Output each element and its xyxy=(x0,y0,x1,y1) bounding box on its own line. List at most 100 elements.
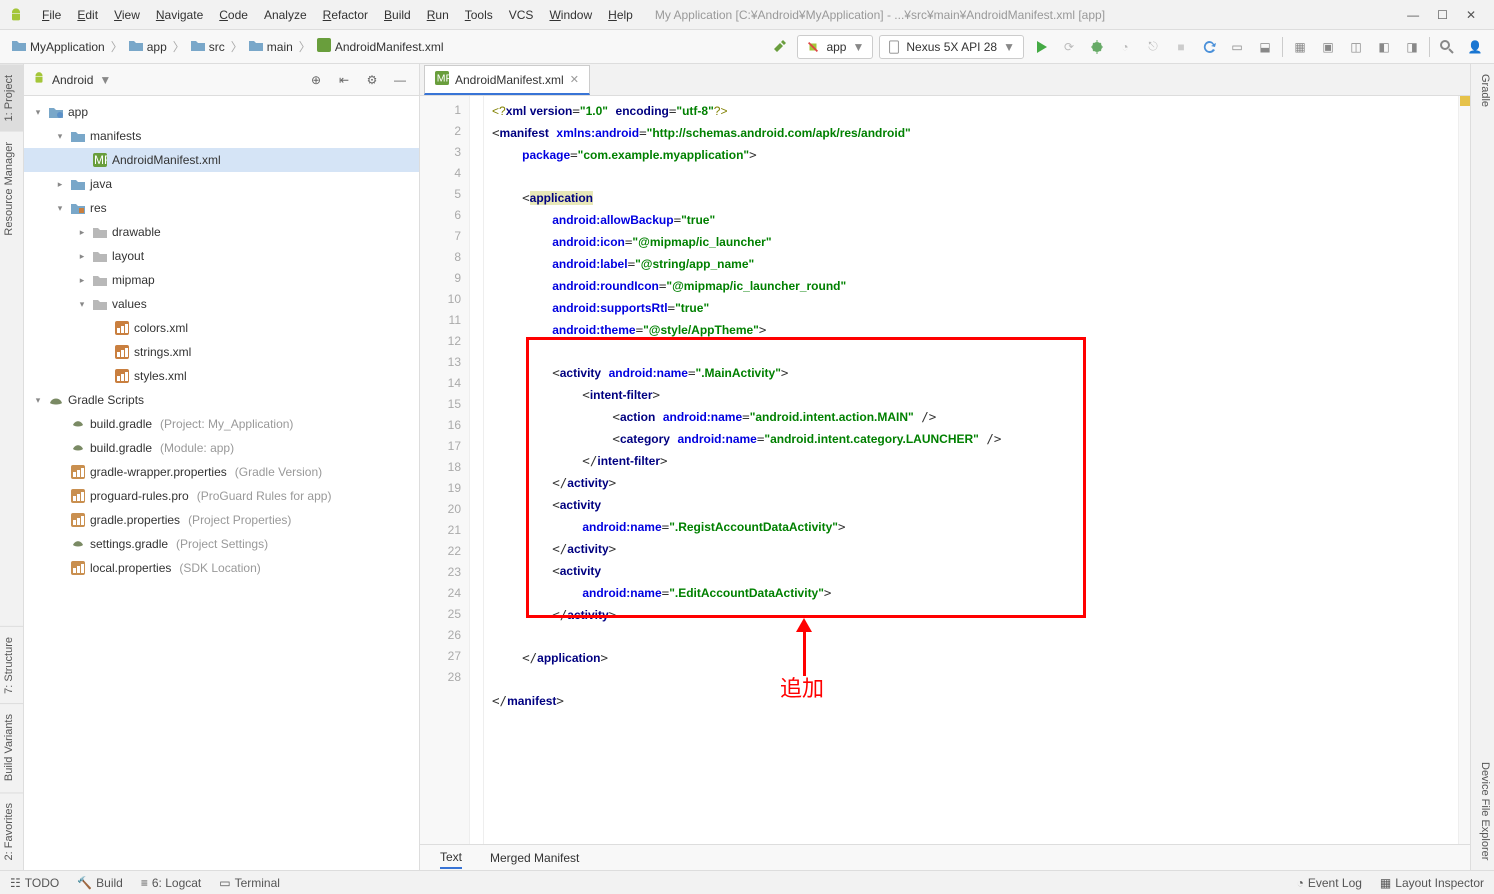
hide-icon[interactable]: — xyxy=(389,69,411,91)
left-tab-resmgr[interactable]: Resource Manager xyxy=(0,131,23,246)
run-config-combo[interactable]: app ▼ xyxy=(797,35,873,59)
menu-analyze[interactable]: Analyze xyxy=(256,5,315,25)
tree-node[interactable]: ▾values xyxy=(24,292,419,316)
tree-node[interactable]: ▾app xyxy=(24,100,419,124)
editor-tab-label: AndroidManifest.xml xyxy=(455,73,564,87)
menu-view[interactable]: View xyxy=(106,5,148,25)
user-icon[interactable]: 👤 xyxy=(1464,36,1486,58)
gfile-icon xyxy=(70,441,86,455)
tree-node[interactable]: build.gradle(Project: My_Application) xyxy=(24,412,419,436)
tree-node[interactable]: MFAndroidManifest.xml xyxy=(24,148,419,172)
project-view-label[interactable]: Android xyxy=(52,73,93,87)
bottom-tab-text[interactable]: Text xyxy=(440,847,462,869)
menu-code[interactable]: Code xyxy=(211,5,256,25)
tree-label: local.properties xyxy=(90,558,171,578)
tree-node[interactable]: settings.gradle(Project Settings) xyxy=(24,532,419,556)
tree-node[interactable]: ▾res xyxy=(24,196,419,220)
xmlf-icon xyxy=(114,345,130,359)
t2-icon[interactable]: ▣ xyxy=(1317,36,1339,58)
crumb-app[interactable]: app xyxy=(129,39,167,54)
attach-icon[interactable]: ⎋ xyxy=(1142,36,1164,58)
t1-icon[interactable]: ▦ xyxy=(1289,36,1311,58)
pfile-icon xyxy=(70,561,86,575)
tree-label: gradle.properties xyxy=(90,510,180,530)
menu-navigate[interactable]: Navigate xyxy=(148,5,211,25)
maximize-icon[interactable]: ☐ xyxy=(1437,8,1448,22)
project-tree[interactable]: ▾app▾manifestsMFAndroidManifest.xml▸java… xyxy=(24,96,419,870)
tree-node[interactable]: ▸layout xyxy=(24,244,419,268)
status-todo[interactable]: ☷ TODO xyxy=(10,876,59,890)
code-area[interactable]: <?xml version="1.0" encoding="utf-8"?> <… xyxy=(484,96,1458,844)
menu-build[interactable]: Build xyxy=(376,5,419,25)
menu-file[interactable]: File xyxy=(34,5,69,25)
close-tab-icon[interactable]: ✕ xyxy=(570,73,579,86)
menu-help[interactable]: Help xyxy=(600,5,641,25)
editor-tab[interactable]: MF AndroidManifest.xml ✕ xyxy=(424,65,590,95)
t3-icon[interactable]: ◫ xyxy=(1345,36,1367,58)
bottom-tab-merged[interactable]: Merged Manifest xyxy=(490,848,579,868)
tree-node[interactable]: ▾manifests xyxy=(24,124,419,148)
debug-icon[interactable] xyxy=(1086,36,1108,58)
search-icon[interactable] xyxy=(1436,36,1458,58)
tree-node[interactable]: gradle.properties(Project Properties) xyxy=(24,508,419,532)
chevron-down-icon[interactable]: ▼ xyxy=(99,73,111,87)
sdk-icon[interactable]: ⬓ xyxy=(1254,36,1276,58)
t5-icon[interactable]: ◨ xyxy=(1401,36,1423,58)
code-editor[interactable]: 1234567891011121314151617181920212223242… xyxy=(420,96,1470,844)
menu-window[interactable]: Window xyxy=(541,5,600,25)
apply-changes-icon[interactable]: ⟳ xyxy=(1058,36,1080,58)
tree-node[interactable]: styles.xml xyxy=(24,364,419,388)
tree-label: layout xyxy=(112,246,144,266)
menu-bar: FileEditViewNavigateCodeAnalyzeRefactorB… xyxy=(0,0,1494,30)
collapse-icon[interactable]: ⇤ xyxy=(333,69,355,91)
minimize-icon[interactable]: — xyxy=(1407,8,1419,22)
tree-node[interactable]: build.gradle(Module: app) xyxy=(24,436,419,460)
status-build[interactable]: 🔨 Build xyxy=(77,876,123,890)
tree-node[interactable]: proguard-rules.pro(ProGuard Rules for ap… xyxy=(24,484,419,508)
menu-vcs[interactable]: VCS xyxy=(501,5,542,25)
crumb-myapplication[interactable]: MyApplication xyxy=(12,39,105,54)
avd-icon[interactable]: ▭ xyxy=(1226,36,1248,58)
stop-icon[interactable]: ■ xyxy=(1170,36,1192,58)
status-layout-inspector[interactable]: ▦ Layout Inspector xyxy=(1380,876,1484,890)
menu-refactor[interactable]: Refactor xyxy=(315,5,376,25)
profile-icon[interactable]: ◔ xyxy=(1114,36,1136,58)
left-tab-favorites[interactable]: 2: Favorites xyxy=(0,792,23,870)
menu-run[interactable]: Run xyxy=(419,5,457,25)
menu-edit[interactable]: Edit xyxy=(69,5,106,25)
tree-node[interactable]: gradle-wrapper.properties(Gradle Version… xyxy=(24,460,419,484)
crumb-androidmanifest.xml[interactable]: AndroidManifest.xml xyxy=(317,38,444,55)
status-eventlog[interactable]: ◔ Event Log xyxy=(1297,876,1362,890)
crumb-label: AndroidManifest.xml xyxy=(335,40,444,54)
crumb-main[interactable]: main xyxy=(249,39,293,54)
left-tab-project[interactable]: 1: Project xyxy=(0,64,23,131)
right-tab-gradle[interactable]: Gradle xyxy=(1471,64,1494,117)
tree-node[interactable]: ▸java xyxy=(24,172,419,196)
tree-label: proguard-rules.pro xyxy=(90,486,189,506)
sync-icon[interactable] xyxy=(1198,36,1220,58)
hammer-icon[interactable] xyxy=(769,36,791,58)
target-icon[interactable]: ⊕ xyxy=(305,69,327,91)
scrollbar-marker[interactable] xyxy=(1458,96,1470,844)
right-tab-device-explorer[interactable]: Device File Explorer xyxy=(1471,752,1494,870)
tree-node[interactable]: ▸mipmap xyxy=(24,268,419,292)
tree-node[interactable]: ▸drawable xyxy=(24,220,419,244)
svg-text:MF: MF xyxy=(437,73,449,85)
close-icon[interactable]: ✕ xyxy=(1466,8,1476,22)
left-tab-structure[interactable]: 7: Structure xyxy=(0,626,23,704)
crumb-src[interactable]: src xyxy=(191,39,225,54)
run-icon[interactable] xyxy=(1030,36,1052,58)
left-tab-variants[interactable]: Build Variants xyxy=(0,703,23,791)
gear-icon[interactable]: ⚙ xyxy=(361,69,383,91)
tree-node[interactable]: colors.xml xyxy=(24,316,419,340)
status-terminal[interactable]: ▭ Terminal xyxy=(219,876,280,890)
android-icon xyxy=(32,71,46,88)
status-logcat[interactable]: ≡ 6: Logcat xyxy=(141,876,201,890)
tree-label: res xyxy=(90,198,107,218)
menu-tools[interactable]: Tools xyxy=(457,5,501,25)
tree-node[interactable]: ▾Gradle Scripts xyxy=(24,388,419,412)
device-combo[interactable]: Nexus 5X API 28 ▼ xyxy=(879,35,1024,59)
tree-node[interactable]: local.properties(SDK Location) xyxy=(24,556,419,580)
tree-node[interactable]: strings.xml xyxy=(24,340,419,364)
t4-icon[interactable]: ◧ xyxy=(1373,36,1395,58)
